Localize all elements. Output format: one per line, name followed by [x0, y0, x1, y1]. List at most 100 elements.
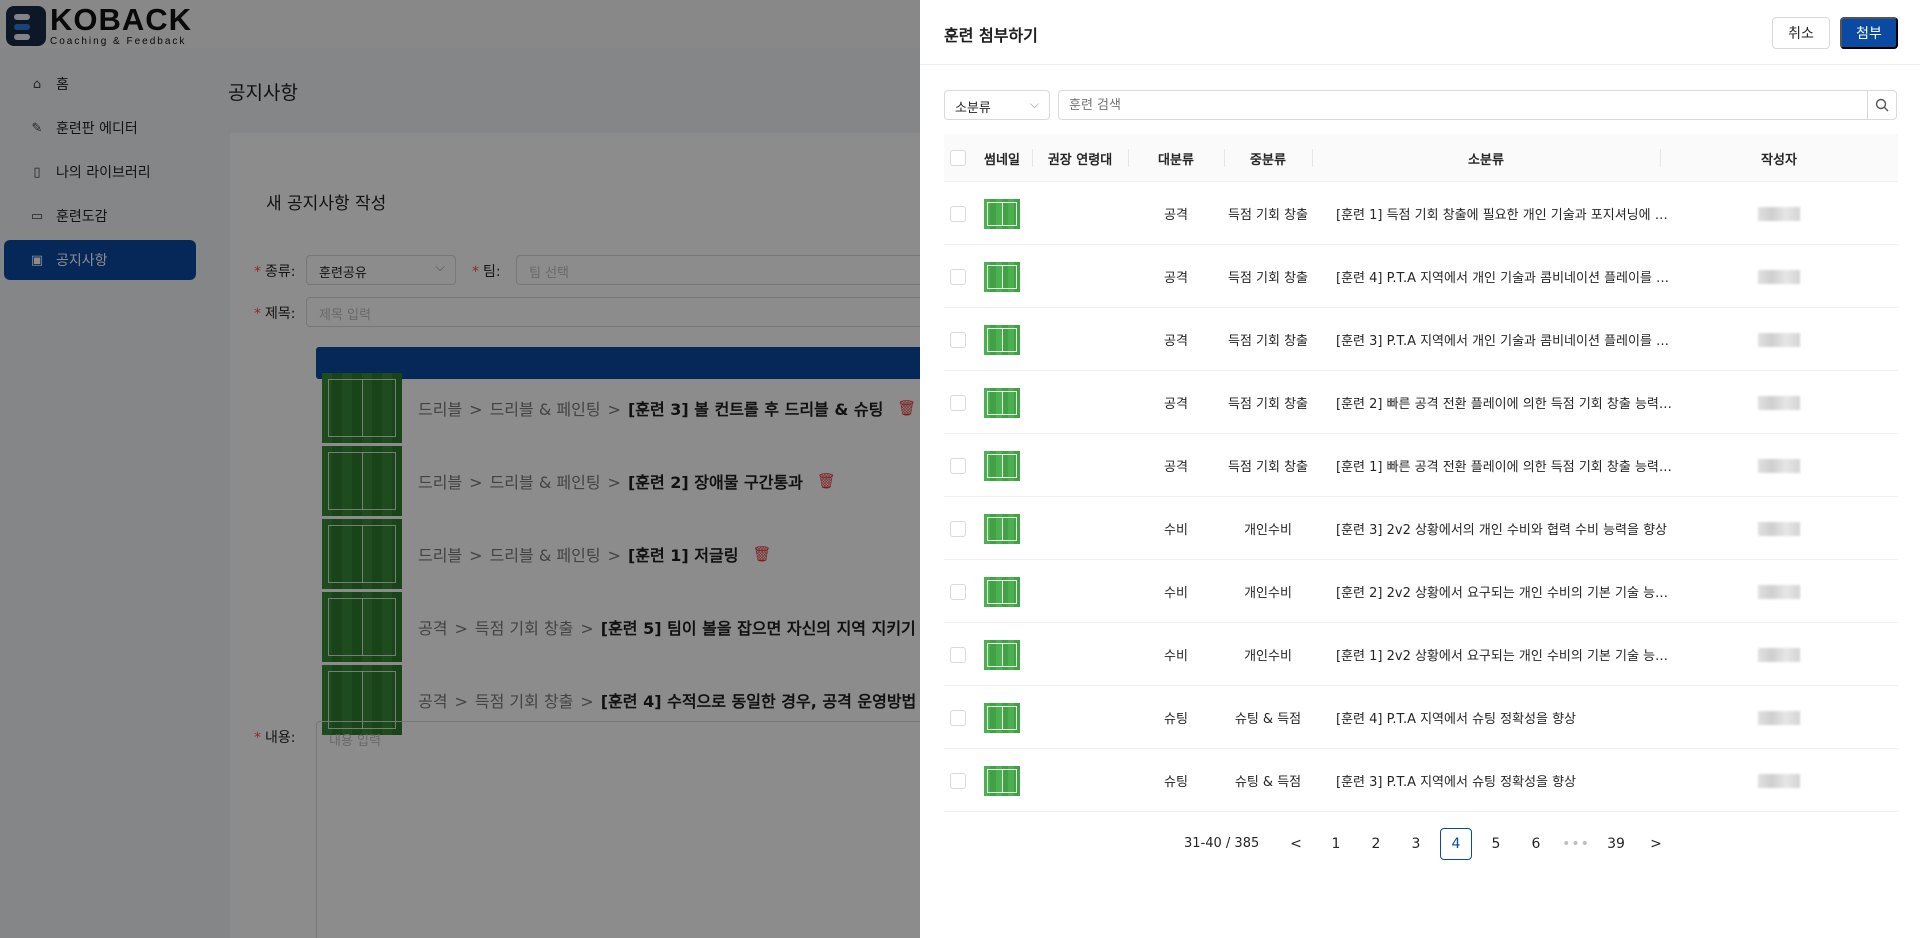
minor-cell: [훈련 4] P.T.A 지역에서 개인 기술과 콤비네이션 플레이를 통해 득… — [1336, 271, 1676, 286]
major-cell: 수비 — [1164, 586, 1188, 601]
table-row[interactable]: 수비 개인수비 [훈련 2] 2v2 상황에서 요구되는 개인 수비의 기본 기… — [944, 560, 1898, 623]
minor-cell: [훈련 2] 빠른 공격 전환 플레이에 의한 득점 기회 창출 능력을 향상 — [1336, 397, 1676, 412]
row-checkbox[interactable] — [950, 268, 966, 285]
major-cell: 공격 — [1164, 334, 1188, 349]
select-all-checkbox[interactable] — [950, 150, 966, 166]
author-cell-redacted — [1758, 206, 1800, 221]
training-search-input[interactable] — [1058, 90, 1868, 120]
pagination-page-5[interactable]: 5 — [1480, 828, 1512, 860]
age-cell — [1032, 497, 1128, 560]
training-thumbnail — [984, 198, 1020, 229]
middle-cell: 슈팅 & 득점 — [1234, 775, 1302, 790]
attach-button[interactable]: 첨부 — [1840, 17, 1898, 49]
author-cell-redacted — [1758, 395, 1800, 410]
table-row[interactable]: 공격 득점 기회 창출 [훈련 4] P.T.A 지역에서 개인 기술과 콤비네… — [944, 245, 1898, 308]
age-cell — [1032, 308, 1128, 371]
pagination-page-2[interactable]: 2 — [1360, 828, 1392, 860]
age-cell — [1032, 560, 1128, 623]
pagination-page-39[interactable]: 39 — [1600, 828, 1632, 860]
training-thumbnail — [984, 387, 1020, 418]
age-cell — [1032, 371, 1128, 434]
major-cell: 슈팅 — [1164, 775, 1188, 790]
minor-cell: [훈련 3] 2v2 상황에서의 개인 수비와 협력 수비 능력을 향상 — [1336, 523, 1668, 538]
table-row[interactable]: 공격 득점 기회 창출 [훈련 1] 득점 기회 창출에 필요한 개인 기술과 … — [944, 182, 1898, 245]
row-checkbox[interactable] — [950, 772, 966, 789]
column-header-minor: 소분류 — [1312, 134, 1660, 182]
column-header-author: 작성자 — [1660, 134, 1898, 182]
major-cell: 수비 — [1164, 523, 1188, 538]
author-cell-redacted — [1758, 458, 1800, 473]
row-checkbox[interactable] — [950, 205, 966, 222]
training-table: 썸네일 권장 연령대 대분류 중분류 소분류 작성자 공격 득점 기회 창출 [… — [944, 134, 1898, 812]
training-thumbnail — [984, 324, 1020, 355]
drawer-title: 훈련 첨부하기 — [944, 26, 1038, 45]
age-cell — [1032, 686, 1128, 749]
pagination-page-4[interactable]: 4 — [1440, 828, 1472, 860]
minor-cell: [훈련 3] P.T.A 지역에서 슈팅 정확성을 향상 — [1336, 775, 1577, 790]
pagination-page-1[interactable]: 1 — [1320, 828, 1352, 860]
row-checkbox[interactable] — [950, 331, 966, 348]
pagination-page-3[interactable]: 3 — [1400, 828, 1432, 860]
column-header-thumbnail: 썸네일 — [984, 152, 1020, 168]
search-button[interactable] — [1867, 90, 1897, 120]
row-checkbox[interactable] — [950, 520, 966, 537]
author-cell-redacted — [1758, 647, 1800, 662]
cancel-button[interactable]: 취소 — [1772, 17, 1830, 49]
row-checkbox[interactable] — [950, 394, 966, 411]
column-header-major: 대분류 — [1128, 134, 1224, 182]
table-row[interactable]: 수비 개인수비 [훈련 3] 2v2 상황에서의 개인 수비와 협력 수비 능력… — [944, 497, 1898, 560]
training-thumbnail — [984, 702, 1020, 733]
row-checkbox[interactable] — [950, 457, 966, 474]
table-header: 썸네일 권장 연령대 대분류 중분류 소분류 작성자 — [944, 134, 1898, 182]
category-filter-select[interactable]: 소분류 ⌵ — [944, 90, 1050, 120]
major-cell: 공격 — [1164, 397, 1188, 412]
training-thumbnail — [984, 450, 1020, 481]
major-cell: 공격 — [1164, 460, 1188, 475]
age-cell — [1032, 623, 1128, 686]
author-cell-redacted — [1758, 773, 1800, 788]
major-cell: 슈팅 — [1164, 712, 1188, 727]
row-checkbox[interactable] — [950, 709, 966, 726]
pagination-prev-icon[interactable]: < — [1280, 828, 1312, 860]
author-cell-redacted — [1758, 332, 1800, 347]
major-cell: 공격 — [1164, 208, 1188, 223]
pagination-page-6[interactable]: 6 — [1520, 828, 1552, 860]
pagination-jump-next[interactable]: ••• — [1560, 828, 1592, 860]
middle-cell: 득점 기회 창출 — [1227, 397, 1309, 412]
table-row[interactable]: 수비 개인수비 [훈련 1] 2v2 상황에서 요구되는 개인 수비의 기본 기… — [944, 623, 1898, 686]
table-row[interactable]: 공격 득점 기회 창출 [훈련 1] 빠른 공격 전환 플레이에 의한 득점 기… — [944, 434, 1898, 497]
author-cell-redacted — [1758, 269, 1800, 284]
author-cell-redacted — [1758, 710, 1800, 725]
middle-cell: 득점 기회 창출 — [1227, 334, 1309, 349]
age-cell — [1032, 749, 1128, 812]
chevron-down-icon: ⌵ — [1029, 97, 1039, 111]
table-row[interactable]: 슈팅 슈팅 & 득점 [훈련 4] P.T.A 지역에서 슈팅 정확성을 향상 — [944, 686, 1898, 749]
major-cell: 공격 — [1164, 271, 1188, 286]
column-header-age: 권장 연령대 — [1032, 134, 1128, 182]
age-cell — [1032, 182, 1128, 245]
column-header-middle: 중분류 — [1224, 134, 1312, 182]
table-row[interactable]: 공격 득점 기회 창출 [훈련 3] P.T.A 지역에서 개인 기술과 콤비네… — [944, 308, 1898, 371]
minor-cell: [훈련 1] 득점 기회 창출에 필요한 개인 기술과 포지셔닝에 대한 이해 … — [1336, 208, 1676, 223]
training-thumbnail — [984, 261, 1020, 292]
minor-cell: [훈련 3] P.T.A 지역에서 개인 기술과 콤비네이션 플레이를 통해 득… — [1336, 334, 1676, 349]
training-thumbnail — [984, 639, 1020, 670]
middle-cell: 개인수비 — [1244, 649, 1292, 664]
row-checkbox[interactable] — [950, 583, 966, 600]
middle-cell: 개인수비 — [1244, 586, 1292, 601]
middle-cell: 득점 기회 창출 — [1227, 271, 1309, 286]
author-cell-redacted — [1758, 584, 1800, 599]
table-row[interactable]: 슈팅 슈팅 & 득점 [훈련 3] P.T.A 지역에서 슈팅 정확성을 향상 — [944, 749, 1898, 812]
row-checkbox[interactable] — [950, 646, 966, 663]
training-thumbnail — [984, 765, 1020, 796]
training-thumbnail — [984, 513, 1020, 544]
age-cell — [1032, 434, 1128, 497]
search-icon — [1875, 98, 1889, 112]
drawer-header: 훈련 첨부하기 취소 첨부 — [920, 0, 1920, 65]
attach-training-drawer: 훈련 첨부하기 취소 첨부 소분류⌵ 썸네일 권장 연령대 대분류 중분류 소분… — [920, 0, 1920, 938]
table-row[interactable]: 공격 득점 기회 창출 [훈련 2] 빠른 공격 전환 플레이에 의한 득점 기… — [944, 371, 1898, 434]
pagination-next-icon[interactable]: > — [1640, 828, 1672, 860]
middle-cell: 슈팅 & 득점 — [1234, 712, 1302, 727]
minor-cell: [훈련 1] 빠른 공격 전환 플레이에 의한 득점 기회 창출 능력을 향상 — [1336, 460, 1676, 475]
age-cell — [1032, 245, 1128, 308]
